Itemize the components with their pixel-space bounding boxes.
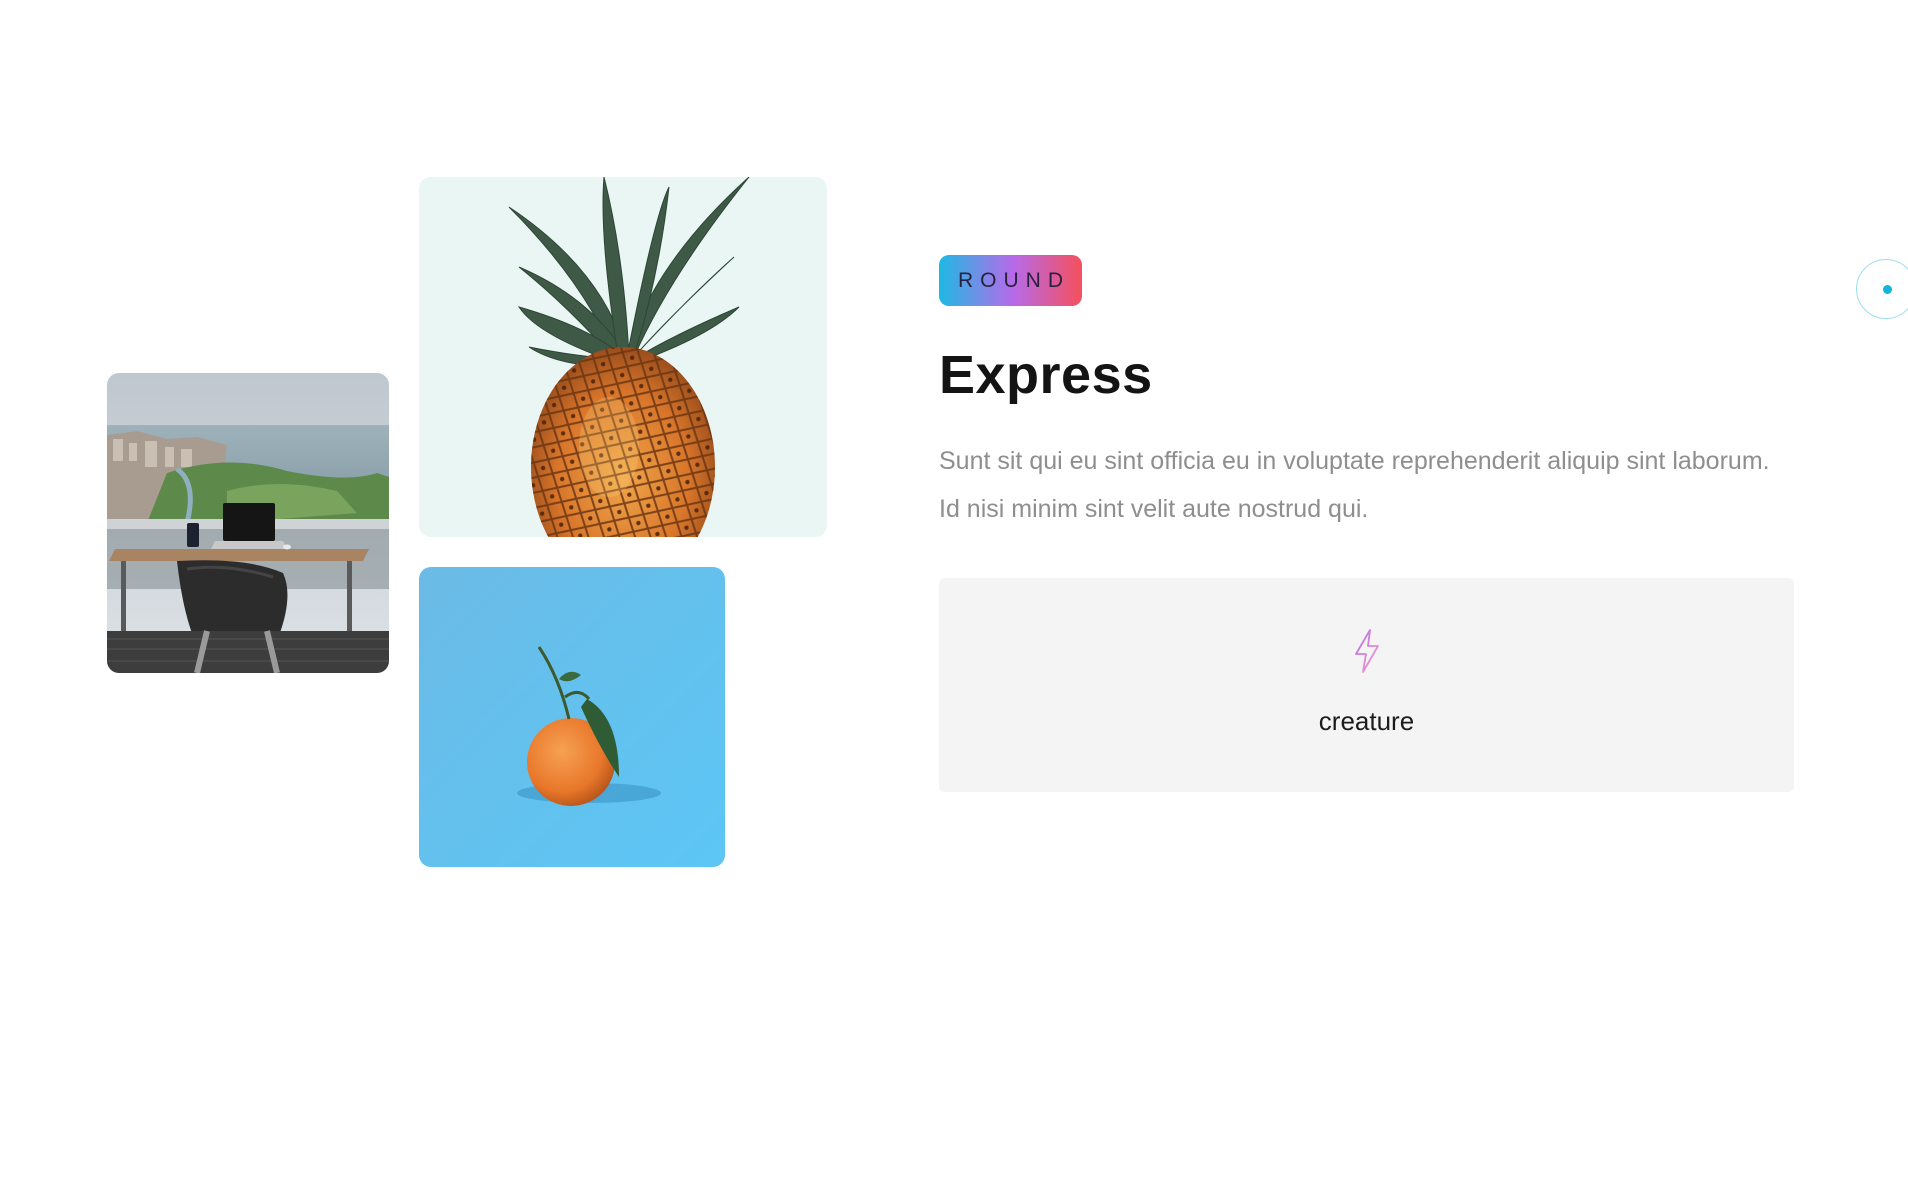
section-description: Sunt sit qui eu sint officia eu in volup…: [939, 447, 1770, 523]
scroll-indicator-button[interactable]: [1856, 259, 1908, 319]
page: ROUND Express Sunt sit qui eu sint offic…: [0, 0, 1908, 1188]
category-badge: ROUND: [939, 255, 1082, 306]
tangerine-image: [419, 567, 725, 867]
feature-card[interactable]: creature: [939, 578, 1794, 792]
office-desk-image: [107, 373, 389, 673]
pineapple-image: [419, 177, 827, 537]
feature-label: creature: [1318, 706, 1415, 736]
lightning-bolt-icon: [1354, 629, 1379, 673]
section-title: Express: [939, 345, 1153, 405]
